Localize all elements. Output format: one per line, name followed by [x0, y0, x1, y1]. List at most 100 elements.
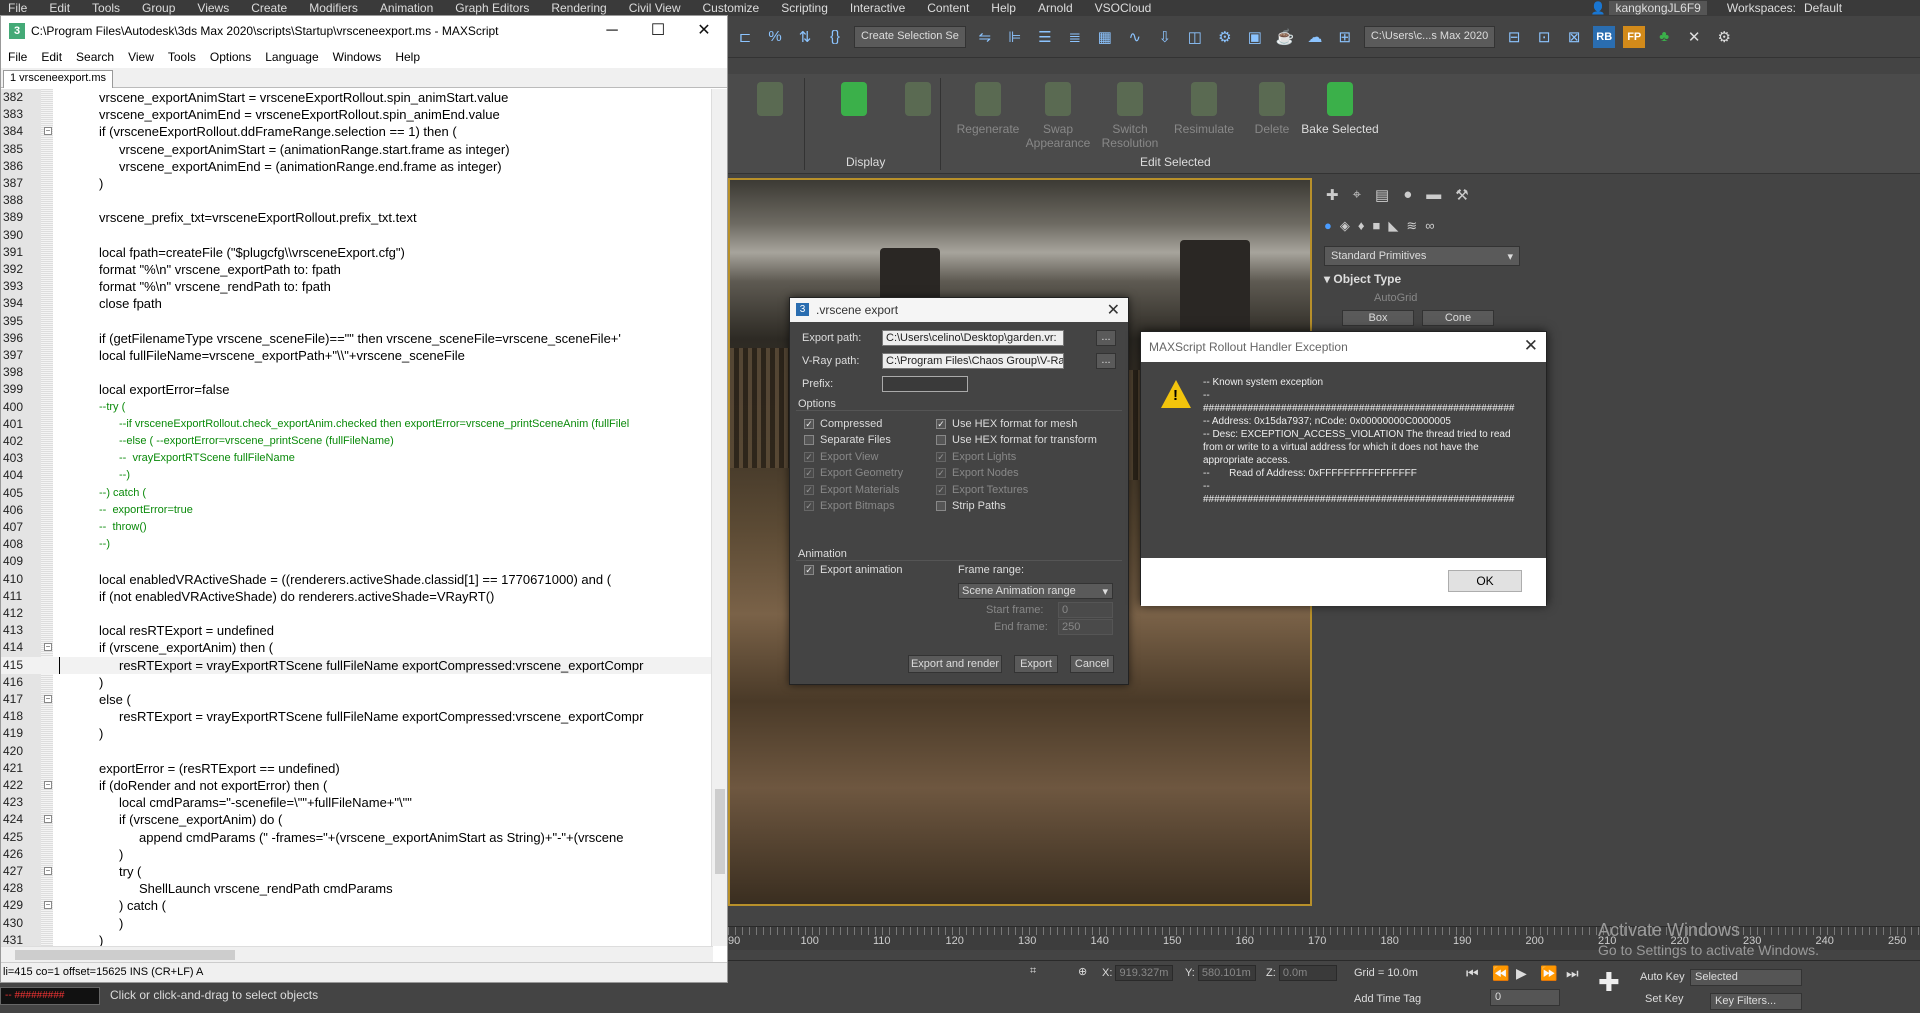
code-line[interactable]: 408 --) — [1, 536, 713, 553]
render-cloud-icon[interactable]: ☁ — [1304, 26, 1326, 48]
code-line[interactable]: 429 −) catch ( — [1, 897, 713, 914]
code-line[interactable]: 422 − if (doRender and not exportError) th… — [1, 777, 713, 794]
set-project-icon[interactable]: ⊟ — [1503, 26, 1525, 48]
editor-menu-file[interactable]: File — [1, 50, 34, 64]
layer-explorer-icon[interactable]: ≣ — [1064, 26, 1086, 48]
editor-menu-help[interactable]: Help — [388, 50, 427, 64]
max-menu-arnold[interactable]: Arnold — [1030, 1, 1087, 15]
mirror-icon[interactable]: ⇋ — [974, 26, 996, 48]
max-menu-scripting[interactable]: Scripting — [773, 1, 842, 15]
fold-toggle-icon[interactable]: − — [44, 781, 52, 789]
max-menu-vsocloud[interactable]: VSOCloud — [1087, 1, 1166, 15]
code-line[interactable]: 390 — [1, 227, 713, 244]
max-menu-animation[interactable]: Animation — [372, 1, 447, 15]
ribbon-group-display[interactable]: Display — [846, 155, 885, 169]
project-path-dropdown[interactable]: C:\Users\c...s Max 2020 — [1363, 25, 1496, 48]
maxscript-mini-listener[interactable]: -- ######### — [0, 987, 100, 1005]
code-line[interactable]: 384 − if (vrsceneExportRollout.ddFrameRang… — [1, 123, 713, 140]
next-frame-icon[interactable]: ⏩ — [1540, 965, 1557, 982]
horizontal-scrollbar[interactable] — [1, 946, 713, 962]
fold-toggle-icon[interactable]: − — [44, 901, 52, 910]
code-line[interactable]: 405 --) catch ( — [1, 485, 713, 502]
max-menu-group[interactable]: Group — [134, 1, 189, 15]
close-icon[interactable]: ✕ — [1524, 336, 1538, 356]
minimize-icon[interactable]: ─ — [589, 16, 635, 46]
code-line[interactable]: 393 format "%\n" vrscene_rendPath to: fpa… — [1, 278, 713, 295]
editor-menu-tools[interactable]: Tools — [161, 50, 203, 64]
max-menu-modifiers[interactable]: Modifiers — [301, 1, 372, 15]
render-setup-icon[interactable]: ⚙ — [1214, 26, 1236, 48]
code-line[interactable]: 416) — [1, 674, 713, 691]
close-icon[interactable]: ✕ — [681, 16, 727, 46]
max-menu-help[interactable]: Help — [983, 1, 1030, 15]
user-account-button[interactable]: kangkongJL6F9 — [1609, 1, 1707, 15]
code-line[interactable]: 419) — [1, 725, 713, 742]
max-menu-create[interactable]: Create — [243, 1, 301, 15]
cameras-icon[interactable]: ■ — [1373, 218, 1381, 234]
max-menu-tools[interactable]: Tools — [84, 1, 134, 15]
max-menu-interactive[interactable]: Interactive — [842, 1, 919, 15]
cancel-button[interactable]: Cancel — [1070, 655, 1114, 673]
curve-editor-icon[interactable]: ∿ — [1124, 26, 1146, 48]
ribbon-hidden-button[interactable] — [730, 82, 810, 122]
code-line[interactable]: 386 vrscene_exportAnimEnd = (animationRan… — [1, 158, 713, 175]
code-line[interactable]: 424 − if (vrscene_exportAnim) do ( — [1, 811, 713, 828]
key-filters-button[interactable]: Key Filters... — [1710, 993, 1802, 1010]
max-menu-civil-view[interactable]: Civil View — [621, 1, 695, 15]
y-value[interactable]: 580.101m — [1197, 965, 1256, 981]
code-line[interactable]: 417 − else ( — [1, 691, 713, 708]
tree-plugin-icon[interactable]: ♣ — [1653, 26, 1675, 48]
switch-resolution-button[interactable]: Switch Resolution — [1090, 82, 1170, 150]
fold-toggle-icon[interactable]: − — [44, 867, 52, 875]
render-production-icon[interactable]: ☕ — [1274, 26, 1296, 48]
export-path-browse-button[interactable]: ... — [1096, 330, 1116, 346]
snap-toggle-icon[interactable]: ⊏ — [734, 26, 756, 48]
code-line[interactable]: 428 ShellLaunch vrscene_rendPath cmdParam… — [1, 880, 713, 897]
code-line[interactable]: 394 close fpath — [1, 295, 713, 312]
create-tab-icon[interactable]: ✚ — [1326, 186, 1339, 204]
geometry-icon[interactable]: ● — [1324, 218, 1332, 234]
end-frame-field[interactable]: 250 — [1058, 619, 1113, 635]
fold-toggle-icon[interactable]: − — [44, 127, 52, 136]
code-line[interactable]: 383 vrscene_exportAnimEnd = vrsceneExport… — [1, 106, 713, 123]
code-line[interactable]: 409 — [1, 553, 713, 570]
code-line[interactable]: 389 vrscene_prefix_txt=vrsceneExportRollo… — [1, 209, 713, 226]
object-type-title[interactable]: ▾ Object Type — [1324, 272, 1514, 286]
workspace-dropdown[interactable]: Default — [1800, 1, 1910, 15]
open-folder-icon[interactable]: ⊡ — [1533, 26, 1555, 48]
display-tab-icon[interactable]: ▬ — [1426, 186, 1441, 204]
code-line[interactable]: 421 exportError = (resRTExport == undefin… — [1, 760, 713, 777]
start-frame-field[interactable]: 0 — [1058, 602, 1113, 618]
regenerate-button[interactable]: Regenerate — [948, 82, 1028, 136]
space-warps-icon[interactable]: ≋ — [1406, 218, 1417, 234]
vray-path-browse-button[interactable]: ... — [1096, 353, 1116, 369]
goto-start-icon[interactable]: ⏮ — [1466, 965, 1479, 982]
edit-named-selection-icon[interactable]: {} — [824, 26, 846, 48]
motion-tab-icon[interactable]: ● — [1403, 186, 1412, 204]
max-menu-rendering[interactable]: Rendering — [543, 1, 620, 15]
close-icon[interactable]: ✕ — [1107, 300, 1120, 320]
max-menu-edit[interactable]: Edit — [41, 1, 84, 15]
set-key-button[interactable]: Set Key — [1645, 993, 1684, 1005]
code-line[interactable]: 427 − try ( — [1, 863, 713, 880]
fold-toggle-icon[interactable]: − — [44, 815, 52, 824]
auto-key-button[interactable]: Auto Key — [1640, 971, 1685, 983]
option-use-hex-format-for-mesh-checkbox[interactable]: ✓ Use HEX format for mesh — [936, 418, 1077, 430]
scrollbar-thumb[interactable] — [715, 789, 725, 874]
code-line[interactable]: 420 — [1, 743, 713, 760]
fold-toggle-icon[interactable]: − — [44, 695, 52, 703]
code-line[interactable]: 387) — [1, 175, 713, 192]
max-menu-content[interactable]: Content — [919, 1, 983, 15]
code-line[interactable]: 396 if (getFilenameType vrscene_sceneFile… — [1, 330, 713, 347]
project-folder-icon[interactable]: ⊠ — [1563, 26, 1585, 48]
bake-selected-button[interactable]: Bake Selected — [1300, 82, 1380, 136]
code-line[interactable]: 412 — [1, 605, 713, 622]
ok-button[interactable]: OK — [1448, 570, 1522, 592]
code-line[interactable]: 407 -- throw() — [1, 519, 713, 536]
percent-snap-icon[interactable]: % — [764, 26, 786, 48]
option-strip-paths-checkbox[interactable]: Strip Paths — [936, 500, 1006, 512]
editor-menu-windows[interactable]: Windows — [326, 50, 389, 64]
option-use-hex-format-for-transform-checkbox[interactable]: Use HEX format for transform — [936, 434, 1097, 446]
editor-menu-view[interactable]: View — [121, 50, 161, 64]
ribbon-display-ghost-button[interactable] — [878, 82, 958, 122]
